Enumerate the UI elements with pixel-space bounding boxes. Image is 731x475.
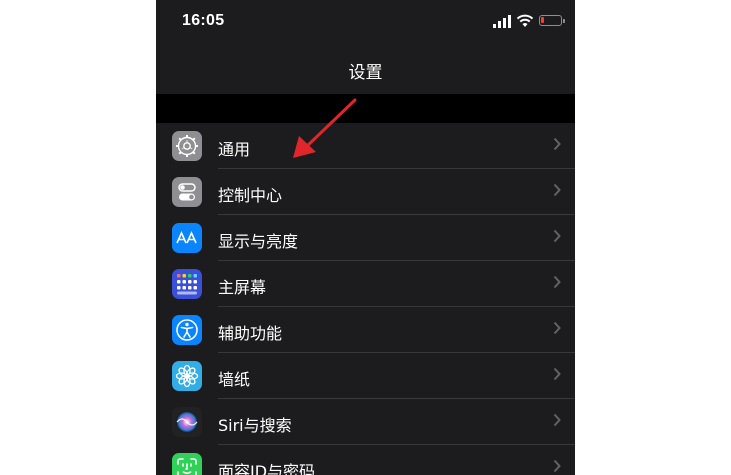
chevron-right-icon <box>553 367 561 381</box>
settings-row-general[interactable]: 通用 <box>156 123 575 169</box>
settings-row-siri-search[interactable]: Siri与搜索 <box>156 399 575 445</box>
battery-icon <box>539 15 565 26</box>
wifi-icon <box>516 14 534 27</box>
settings-row-wallpaper[interactable]: 墙纸 <box>156 353 575 399</box>
battery-nub <box>563 19 565 23</box>
settings-row-accessibility[interactable]: 辅助功能 <box>156 307 575 353</box>
accessibility-icon <box>172 315 202 345</box>
status-bar: 16:05 <box>156 0 575 44</box>
settings-label-control-center: 控制中心 <box>218 186 283 205</box>
battery-level <box>541 17 544 23</box>
settings-label-accessibility: 辅助功能 <box>218 324 283 343</box>
chevron-right-icon <box>553 275 561 289</box>
settings-label-home-screen: 主屏幕 <box>218 278 267 297</box>
section-separator <box>156 94 575 123</box>
chevron-right-icon <box>553 229 561 243</box>
toggles-icon <box>172 177 202 207</box>
settings-label-wallpaper: 墙纸 <box>218 370 251 389</box>
settings-label-display-brightness: 显示与亮度 <box>218 232 299 251</box>
chevron-right-icon <box>553 459 561 473</box>
settings-row-face-id-passcode[interactable]: 面容ID与密码 <box>156 445 575 475</box>
chevron-right-icon <box>553 183 561 197</box>
navigation-bar: 设置 <box>156 44 575 94</box>
settings-label-general: 通用 <box>218 140 251 159</box>
chevron-right-icon <box>553 321 561 335</box>
status-time: 16:05 <box>182 12 225 29</box>
settings-row-control-center[interactable]: 控制中心 <box>156 169 575 215</box>
gear-icon <box>172 131 202 161</box>
settings-label-face-id-passcode: 面容ID与密码 <box>218 462 316 475</box>
settings-screen: 16:05 设置 通用 控制中心 显示与亮度 主屏幕 辅助功能 墙纸 Siri与… <box>156 0 575 475</box>
siri-icon <box>172 407 202 437</box>
flower-icon <box>172 361 202 391</box>
face-id-icon <box>172 453 202 475</box>
chevron-right-icon <box>553 413 561 427</box>
settings-row-home-screen[interactable]: 主屏幕 <box>156 261 575 307</box>
page-title: 设置 <box>348 63 383 83</box>
text-size-icon <box>172 223 202 253</box>
home-grid-icon <box>172 269 202 299</box>
cellular-signal-icon <box>493 15 511 28</box>
settings-list: 通用 控制中心 显示与亮度 主屏幕 辅助功能 墙纸 Siri与搜索 面容ID与密… <box>156 123 575 475</box>
settings-label-siri-search: Siri与搜索 <box>218 416 292 435</box>
settings-row-display-brightness[interactable]: 显示与亮度 <box>156 215 575 261</box>
chevron-right-icon <box>553 137 561 151</box>
